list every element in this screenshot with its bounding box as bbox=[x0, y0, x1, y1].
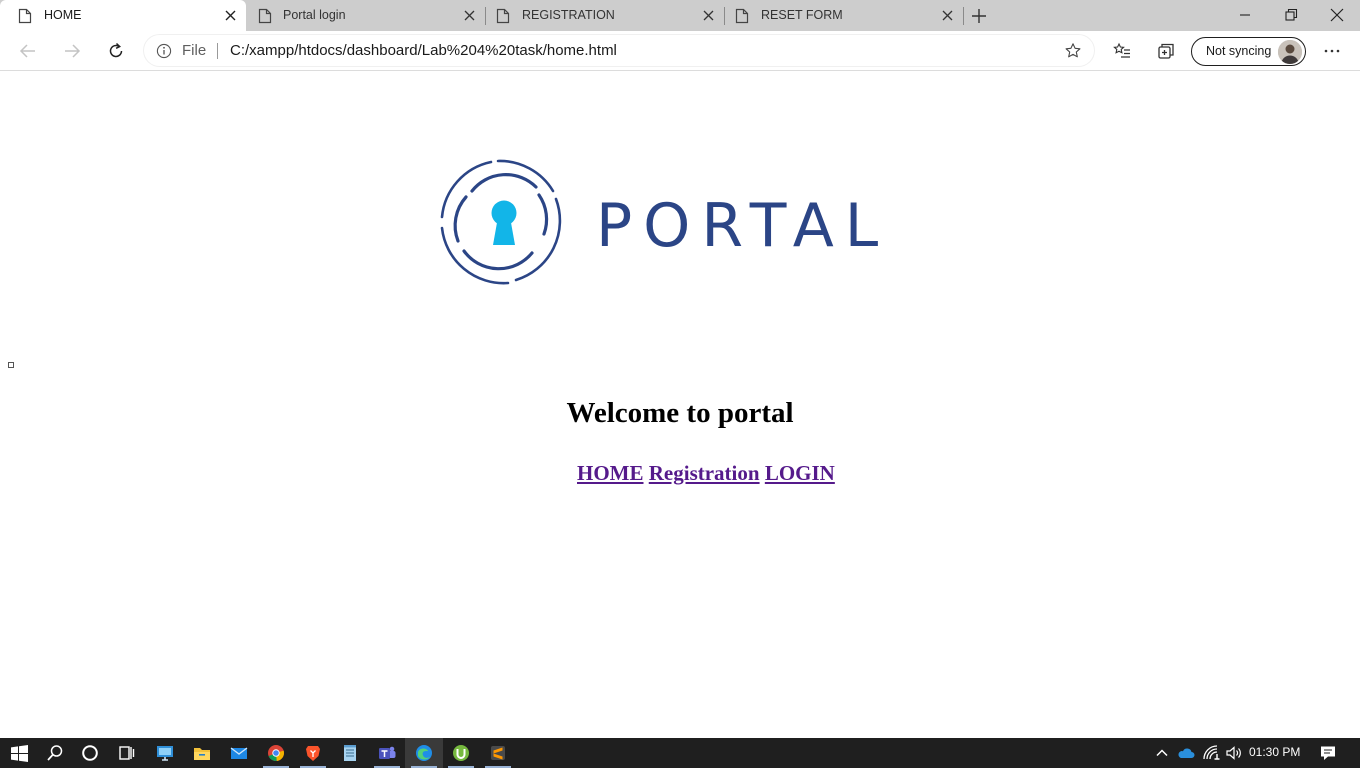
page-icon bbox=[735, 8, 749, 24]
page-icon bbox=[496, 8, 510, 24]
tab-home[interactable]: HOME bbox=[0, 0, 246, 31]
minimize-icon[interactable] bbox=[1235, 6, 1255, 24]
edge-icon bbox=[416, 745, 432, 761]
utorrent-icon bbox=[453, 745, 469, 761]
favorites-icon[interactable] bbox=[1112, 41, 1132, 61]
taskbar-app-sublime-text[interactable] bbox=[479, 738, 517, 768]
forward-arrow-icon[interactable] bbox=[62, 41, 82, 61]
sync-status: Not syncing bbox=[1206, 44, 1272, 58]
volume-icon[interactable] bbox=[1225, 744, 1243, 762]
more-menu-icon[interactable] bbox=[1322, 41, 1342, 61]
tray-overflow-icon[interactable] bbox=[1153, 744, 1171, 762]
page-title: Welcome to portal bbox=[566, 397, 794, 429]
refresh-icon[interactable] bbox=[106, 41, 126, 61]
notepad-icon bbox=[344, 745, 356, 761]
notifications-icon[interactable] bbox=[1319, 744, 1337, 762]
back-arrow-icon[interactable] bbox=[18, 41, 38, 61]
tab-reset-form[interactable]: RESET FORM bbox=[725, 0, 963, 31]
taskbar-app-file-explorer[interactable] bbox=[183, 738, 221, 768]
favorite-star-icon[interactable] bbox=[1064, 42, 1082, 60]
page-icon bbox=[18, 8, 32, 24]
close-tab-icon[interactable] bbox=[941, 9, 954, 22]
address-separator bbox=[217, 43, 218, 59]
portal-logo: PORTAL bbox=[440, 159, 889, 285]
window-close-icon[interactable] bbox=[1327, 6, 1347, 24]
taskbar-app-pc[interactable] bbox=[146, 738, 184, 768]
browser-toolbar: File C:/xampp/htdocs/dashboard/Lab%204%2… bbox=[0, 31, 1360, 71]
profile-button[interactable]: Not syncing bbox=[1191, 37, 1306, 66]
taskbar-clock[interactable]: 01:30 PM bbox=[1249, 745, 1300, 759]
windows-logo-icon bbox=[10, 744, 28, 762]
windows-taskbar: 01:30 PM bbox=[0, 738, 1360, 768]
tab-label: RESET FORM bbox=[761, 8, 843, 22]
start-button[interactable] bbox=[0, 738, 38, 768]
registration-link[interactable]: Registration bbox=[649, 461, 760, 485]
tab-portal-login[interactable]: Portal login bbox=[246, 0, 485, 31]
taskbar-app-brave[interactable] bbox=[294, 738, 332, 768]
url-text[interactable]: C:/xampp/htdocs/dashboard/Lab%204%20task… bbox=[230, 42, 617, 59]
close-tab-icon[interactable] bbox=[224, 9, 237, 22]
login-link[interactable]: LOGIN bbox=[765, 461, 835, 485]
tab-label: Portal login bbox=[283, 8, 346, 22]
taskbar-app-edge[interactable] bbox=[405, 738, 443, 768]
tab-registration[interactable]: REGISTRATION bbox=[486, 0, 724, 31]
avatar bbox=[1278, 40, 1302, 64]
pc-icon bbox=[157, 746, 173, 761]
task-view-icon bbox=[119, 746, 135, 760]
scheme-label: File bbox=[182, 42, 207, 59]
info-icon[interactable] bbox=[156, 43, 172, 59]
page-content: PORTAL Welcome to portal HOME Registrati… bbox=[0, 71, 1360, 738]
brave-icon bbox=[306, 746, 320, 761]
file-explorer-icon bbox=[194, 748, 210, 760]
page-icon bbox=[258, 8, 272, 24]
search-button[interactable] bbox=[36, 738, 74, 768]
tab-separator bbox=[963, 7, 964, 25]
sublime-text-icon bbox=[491, 746, 505, 760]
taskbar-app-utorrent[interactable] bbox=[442, 738, 480, 768]
taskbar-app-teams[interactable] bbox=[368, 738, 406, 768]
close-tab-icon[interactable] bbox=[702, 9, 715, 22]
teams-icon bbox=[379, 746, 396, 759]
collections-icon[interactable] bbox=[1156, 41, 1176, 61]
new-tab-icon[interactable] bbox=[970, 7, 988, 25]
tab-strip: HOME Portal login REGISTRATION RESET FOR… bbox=[0, 0, 1360, 31]
tab-label: HOME bbox=[44, 8, 82, 22]
broken-image-icon bbox=[8, 362, 14, 368]
task-view-button[interactable] bbox=[107, 738, 145, 768]
restore-icon[interactable] bbox=[1281, 6, 1301, 24]
chrome-icon bbox=[268, 745, 284, 762]
network-icon[interactable] bbox=[1202, 744, 1220, 762]
close-tab-icon[interactable] bbox=[463, 9, 476, 22]
tab-label: REGISTRATION bbox=[522, 8, 615, 22]
home-link[interactable]: HOME bbox=[577, 461, 644, 485]
onedrive-icon[interactable] bbox=[1177, 744, 1195, 762]
nav-links: HOME Registration LOGIN bbox=[577, 461, 835, 486]
address-bar[interactable]: File C:/xampp/htdocs/dashboard/Lab%204%2… bbox=[144, 35, 1094, 66]
taskbar-app-mail[interactable] bbox=[220, 738, 258, 768]
taskbar-app-chrome[interactable] bbox=[257, 738, 295, 768]
mail-icon bbox=[230, 747, 248, 759]
taskbar-app-notepad[interactable] bbox=[331, 738, 369, 768]
cortana-icon bbox=[82, 745, 98, 761]
search-icon bbox=[47, 745, 63, 761]
logo-wordmark: PORTAL bbox=[596, 191, 889, 261]
cortana-button[interactable] bbox=[71, 738, 109, 768]
